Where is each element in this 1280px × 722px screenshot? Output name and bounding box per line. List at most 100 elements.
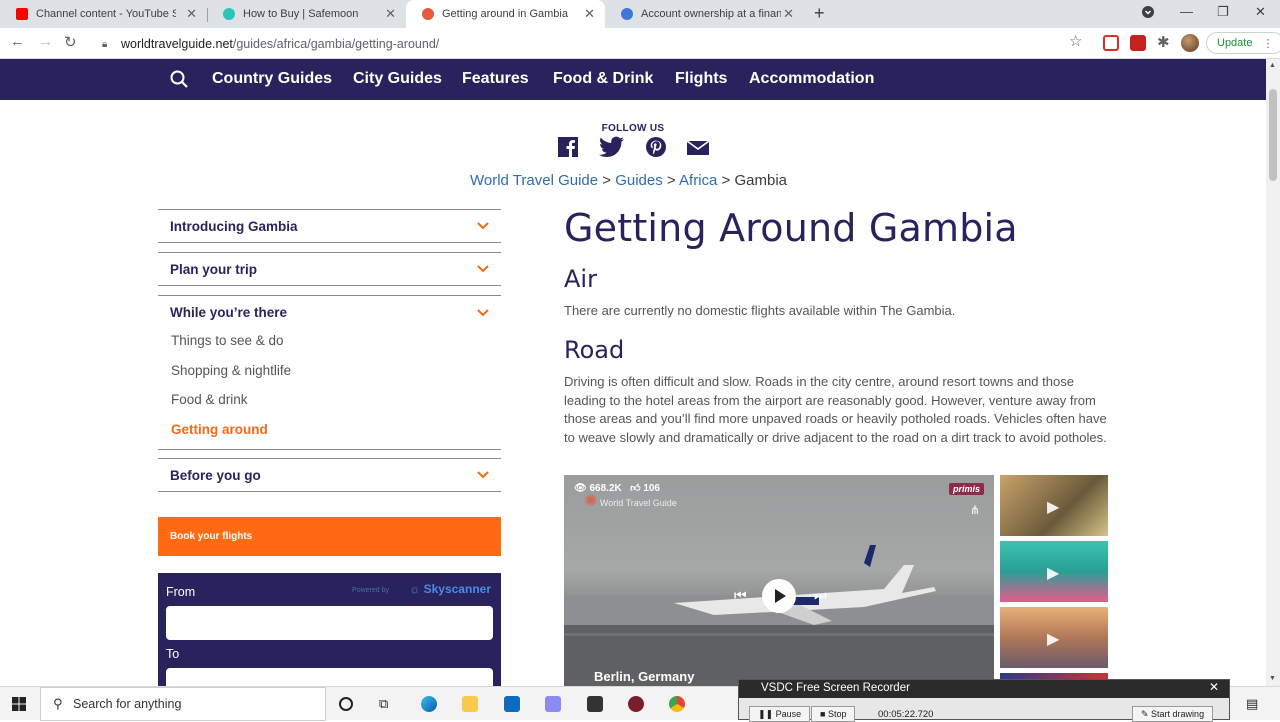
nav-features[interactable]: Features — [462, 70, 529, 88]
sidebar-item-things-to-see[interactable]: Things to see & do — [171, 333, 284, 348]
powered-by-label: Powered by — [352, 587, 389, 594]
search-icon[interactable] — [170, 70, 188, 88]
chevron-down-icon — [477, 471, 489, 479]
breadcrumb-separator: > — [666, 172, 676, 189]
edge-icon[interactable] — [421, 696, 437, 712]
recorder-title: VSDC Free Screen Recorder — [761, 682, 910, 694]
accordion-label: Introducing Gambia — [170, 219, 298, 234]
windows-start-icon[interactable] — [12, 697, 26, 711]
task-view-icon[interactable]: ⧉ — [379, 696, 395, 712]
close-tab-icon[interactable]: ✕ — [186, 6, 197, 22]
world-travel-guide-logo: ✺ World Travel Guide — [584, 494, 677, 510]
previous-video-icon[interactable]: ⏮︎ — [734, 587, 747, 604]
from-label: From — [166, 585, 196, 599]
address-bar[interactable]: 🔒︎ worldtravelguide.net/guides/africa/ga… — [90, 31, 1090, 56]
breadcrumb-link-guides[interactable]: Guides — [615, 172, 663, 189]
thumbs-up-icon: 👍︎ — [630, 483, 641, 494]
url-path: /guides/africa/gambia/getting-around/ — [232, 36, 440, 51]
youtube-icon — [16, 8, 28, 20]
close-tab-icon[interactable]: ✕ — [584, 6, 595, 22]
scrollbar-thumb[interactable] — [1269, 89, 1277, 181]
sidebar-item-shopping[interactable]: Shopping & nightlife — [171, 363, 291, 378]
breadcrumb-separator: > — [602, 172, 612, 189]
video-player[interactable]: 👁︎ 668.2K 👍︎ 106 primis ✺ World Travel G… — [564, 475, 994, 686]
tab-safemoon[interactable]: How to Buy | Safemoon ✕ — [207, 0, 406, 28]
app-icon[interactable] — [628, 696, 644, 712]
email-icon[interactable] — [687, 136, 709, 158]
section-heading-air: Air — [564, 265, 597, 293]
playlist-thumbnail[interactable]: ▶ — [1000, 475, 1108, 536]
tab-gambia-active[interactable]: Getting around in Gambia ✕ — [406, 0, 605, 28]
new-tab-icon[interactable]: + — [814, 3, 825, 24]
mail-icon[interactable] — [504, 696, 520, 712]
nav-accommodation[interactable]: Accommodation — [749, 70, 874, 88]
breadcrumb: World Travel Guide > Guides > Africa > G… — [470, 172, 787, 189]
playlist-thumbnail[interactable]: ▶ — [1000, 607, 1108, 668]
store-icon[interactable] — [587, 696, 603, 712]
browser-tab-strip: Channel content - YouTube Studio ✕ How t… — [0, 0, 1280, 28]
tab-youtube-studio[interactable]: Channel content - YouTube Studio ✕ — [0, 0, 207, 28]
chrome-icon[interactable] — [669, 696, 685, 712]
close-tab-icon[interactable]: ✕ — [385, 6, 396, 22]
from-input[interactable] — [166, 606, 493, 640]
maximize-icon[interactable]: ❐ — [1217, 4, 1229, 20]
nav-flights[interactable]: Flights — [675, 70, 727, 88]
facebook-icon[interactable] — [557, 136, 579, 158]
to-label: To — [166, 647, 180, 661]
scroll-down-icon[interactable]: ▼ — [1269, 675, 1276, 682]
primis-logo: primis — [948, 483, 984, 495]
tab-account-ownership[interactable]: Account ownership at a financial ✕ — [605, 0, 804, 28]
nav-food-drink[interactable]: Food & Drink — [553, 70, 653, 88]
app-icon[interactable] — [545, 696, 561, 712]
file-explorer-icon[interactable] — [462, 696, 478, 712]
share-icon[interactable]: ⋔ — [970, 503, 980, 517]
worldtravelguide-icon — [422, 8, 434, 20]
notifications-icon[interactable]: ▤ — [1246, 696, 1262, 712]
cortana-icon[interactable] — [339, 697, 353, 711]
book-flights-banner: Book your flights — [158, 517, 501, 556]
accordion-introducing-gambia[interactable]: Introducing Gambia — [158, 209, 501, 243]
accordion-label: While you’re there — [170, 305, 288, 320]
bookmark-star-icon[interactable]: ☆ — [1069, 32, 1082, 50]
twitter-icon[interactable] — [599, 136, 624, 158]
nav-city-guides[interactable]: City Guides — [353, 70, 442, 88]
reload-icon[interactable]: ↻ — [64, 33, 77, 51]
extension-icon[interactable] — [1103, 35, 1119, 51]
breadcrumb-link-home[interactable]: World Travel Guide — [470, 172, 598, 189]
accordion-before-you-go[interactable]: Before you go — [158, 458, 501, 492]
menu-dots-icon[interactable]: ⋮ — [1262, 37, 1273, 50]
taskbar-search-input[interactable]: ⚲ Search for anything — [40, 687, 326, 721]
page-scrollbar[interactable]: ▲ ▼ — [1266, 59, 1280, 686]
pause-label: Pause — [775, 709, 802, 719]
sidebar-item-food-drink[interactable]: Food & drink — [171, 392, 248, 407]
minimize-icon[interactable]: — — [1180, 4, 1193, 19]
likes-count: 106 — [643, 483, 660, 494]
section-text-air: There are currently no domestic flights … — [564, 303, 956, 318]
close-icon[interactable]: ✕ — [1209, 680, 1219, 694]
pdf-extension-icon[interactable] — [1130, 35, 1146, 51]
sidebar-item-getting-around[interactable]: Getting around — [171, 422, 268, 437]
site-navigation: Country Guides City Guides Features Food… — [0, 59, 1266, 100]
tab-title: Account ownership at a financial — [641, 8, 781, 20]
close-tab-icon[interactable]: ✕ — [783, 6, 794, 22]
back-icon[interactable]: ← — [10, 33, 25, 50]
avatar[interactable] — [1181, 34, 1199, 52]
pinterest-icon[interactable] — [645, 136, 667, 158]
forward-icon[interactable]: → — [38, 33, 53, 50]
nav-country-guides[interactable]: Country Guides — [212, 70, 332, 88]
scroll-up-icon[interactable]: ▲ — [1269, 62, 1276, 69]
section-text-road: Driving is often difficult and slow. Roa… — [564, 374, 1107, 446]
stop-label: Stop — [827, 709, 847, 719]
update-button[interactable]: Update ⋮ — [1206, 32, 1280, 54]
close-window-icon[interactable]: ✕ — [1255, 4, 1266, 20]
tab-search-icon[interactable] — [1142, 6, 1154, 21]
accordion-plan-your-trip[interactable]: Plan your trip — [158, 252, 501, 286]
play-icon: ▶ — [1047, 565, 1060, 582]
screen-recorder-window: VSDC Free Screen Recorder ✕ ❚❚ Pause ■ S… — [738, 679, 1230, 722]
extensions-puzzle-icon[interactable]: ✱ — [1157, 33, 1170, 51]
playlist-thumbnail[interactable]: ▶ — [1000, 541, 1108, 602]
breadcrumb-link-africa[interactable]: Africa — [679, 172, 717, 189]
play-button[interactable] — [762, 579, 796, 613]
next-video-icon[interactable]: ⏭︎ — [814, 587, 827, 604]
flight-search-widget: From Powered by ☼ Skyscanner To — [158, 573, 501, 702]
